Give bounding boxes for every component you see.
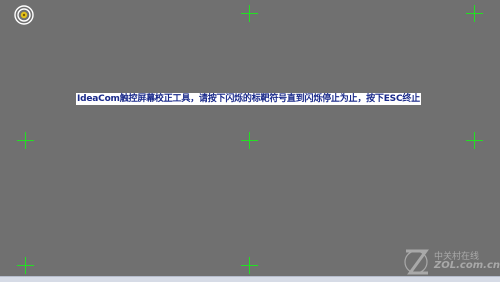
calibration-instruction: IdeaCom触控屏幕校正工具，请按下闪烁的标靶符号直到闪烁停止为止，按下ESC… xyxy=(76,93,421,105)
crosshair-icon xyxy=(17,257,34,274)
crosshair-icon xyxy=(241,132,258,149)
zol-logo-icon xyxy=(404,249,429,275)
zol-watermark: 中关村在线 ZOL.com.cn xyxy=(400,247,500,277)
crosshair-icon xyxy=(241,257,258,274)
crosshair-icon xyxy=(466,132,483,149)
calibration-screen: IdeaCom触控屏幕校正工具，请按下闪烁的标靶符号直到闪烁停止为止，按下ESC… xyxy=(0,0,500,282)
crosshair-icon xyxy=(241,5,258,22)
crosshair-icon xyxy=(466,5,483,22)
bullseye-target-icon[interactable] xyxy=(14,5,34,25)
watermark-line2: ZOL.com.cn xyxy=(434,260,500,271)
crosshair-icon xyxy=(17,132,34,149)
taskbar xyxy=(0,276,500,282)
